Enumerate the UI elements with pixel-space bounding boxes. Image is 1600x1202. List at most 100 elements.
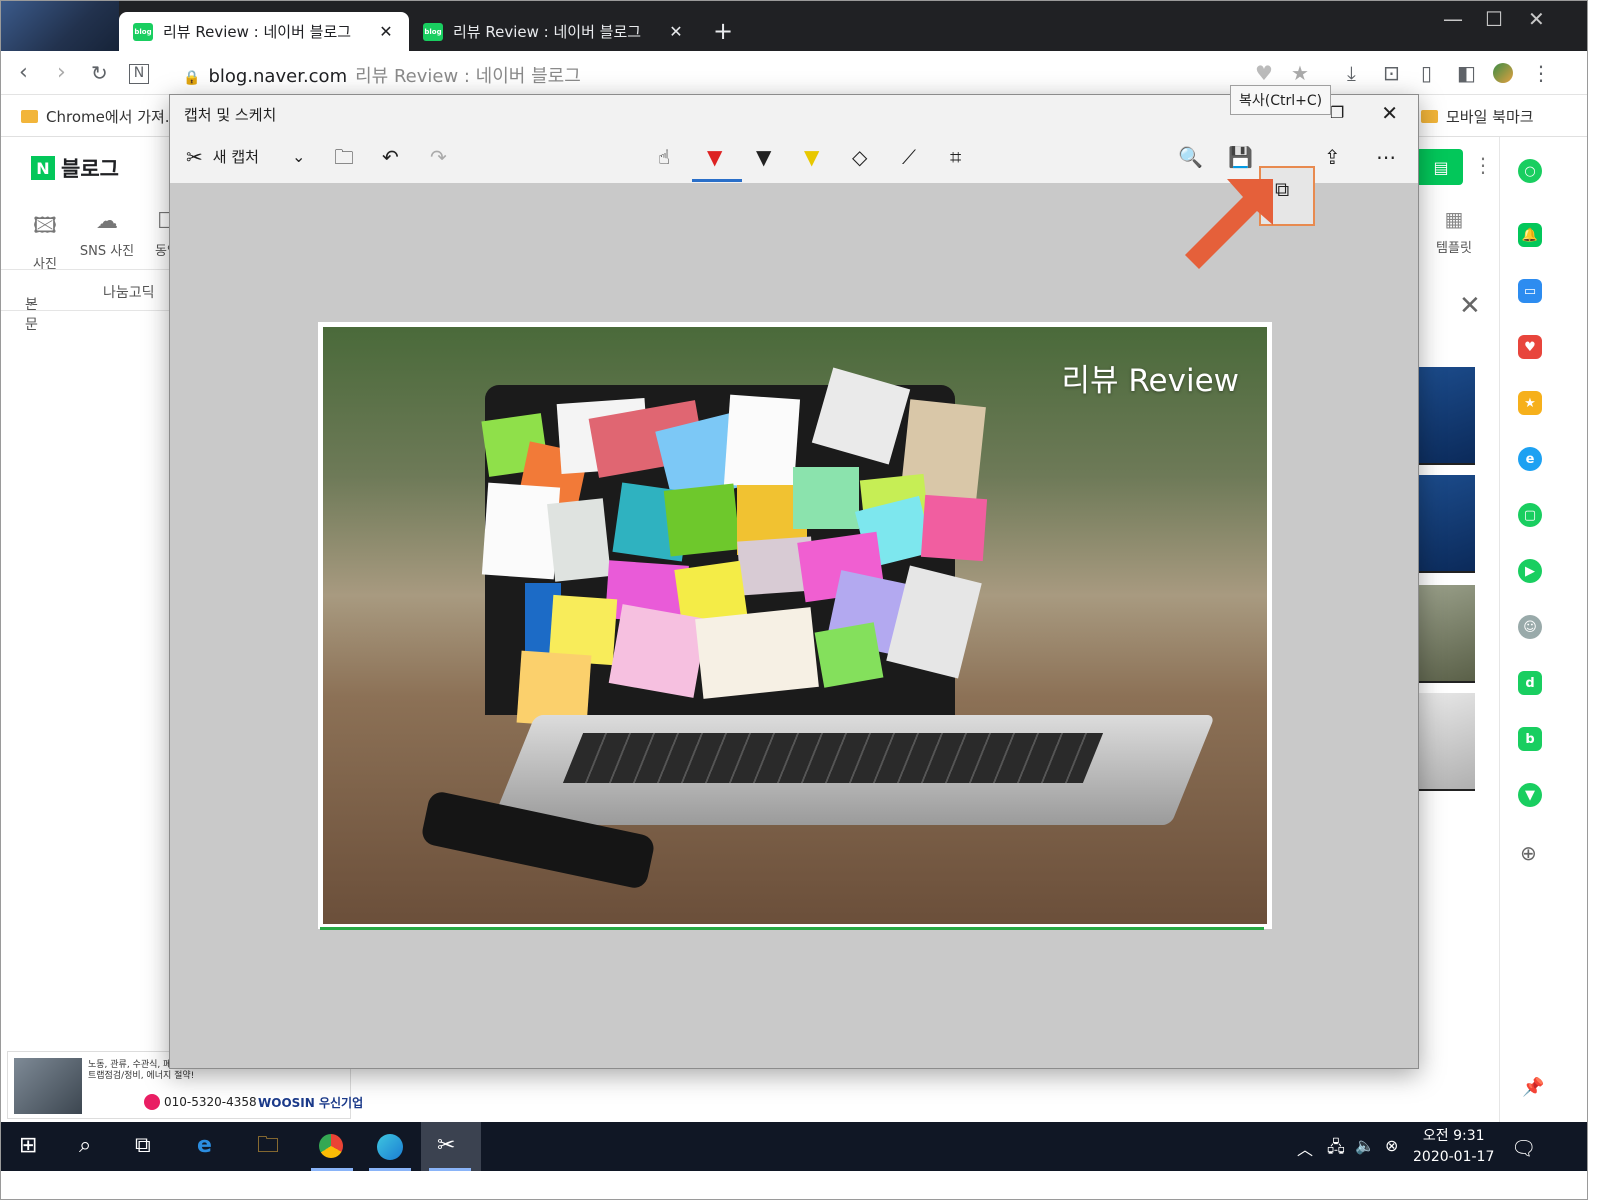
image-icon: 🖾	[33, 214, 57, 239]
windows-start-icon[interactable]: ⊞	[19, 1134, 37, 1158]
panel-close-icon[interactable]: ✕	[1459, 291, 1481, 321]
redo-icon[interactable]: ↷	[430, 145, 447, 169]
reader-icon[interactable]: ▯	[1421, 63, 1432, 83]
open-folder-icon[interactable]: 🗀	[334, 145, 354, 169]
edge-icon[interactable]: e	[1518, 447, 1542, 471]
whale-browser-icon[interactable]	[377, 1134, 403, 1160]
forward-icon[interactable]: ›	[57, 61, 66, 85]
undo-icon[interactable]: ↶	[382, 145, 399, 169]
thumbnail[interactable]	[1419, 367, 1475, 465]
highlighter-icon[interactable]: ▼	[804, 145, 819, 169]
back-icon[interactable]: ‹	[19, 61, 28, 85]
font-bar: 본문 ⌄ 나눔고딕	[1, 269, 171, 333]
save-icon[interactable]: 💾	[1228, 145, 1253, 169]
photo-tool[interactable]: 🖾 사진	[15, 209, 75, 272]
status-error-icon[interactable]: ⊗	[1385, 1136, 1398, 1155]
more-icon[interactable]: ⋮	[1473, 153, 1493, 177]
new-capture-label: 새 캡처	[212, 148, 259, 166]
close-tab-icon[interactable]: ✕	[667, 22, 685, 41]
ad-phone: 010-5320-4358	[144, 1094, 257, 1110]
folder-icon	[1421, 110, 1438, 123]
capture-border-line	[320, 927, 1264, 930]
snip-running-indicator	[429, 1168, 471, 1171]
line-icon[interactable]: ▢	[1518, 503, 1542, 527]
publish-button[interactable]: ▤	[1419, 149, 1463, 185]
calendar-icon[interactable]: ▭	[1518, 279, 1542, 303]
desktop-logo	[1, 1, 119, 51]
favorites-icon[interactable]: ★	[1518, 391, 1542, 415]
edge-icon[interactable]: e	[197, 1134, 212, 1158]
bookmark-folder-mobile[interactable]: 모바일 북마크	[1421, 106, 1534, 127]
papago-icon[interactable]: ☺	[1518, 615, 1542, 639]
thumbnail[interactable]	[1419, 585, 1475, 683]
sticky-note	[814, 622, 884, 688]
notification-icon[interactable]: 🔔	[1518, 223, 1542, 247]
tab-inactive[interactable]: blog 리뷰 Review : 네이버 블로그 ✕	[409, 12, 699, 51]
new-capture-button[interactable]: ✂ 새 캡처	[186, 145, 259, 169]
close-tab-icon[interactable]: ✕	[377, 22, 395, 41]
crop-icon[interactable]: ⌗	[950, 145, 961, 169]
reload-icon[interactable]: ↻	[91, 61, 108, 85]
sidebar-toggle-icon[interactable]: ◧	[1457, 63, 1476, 83]
naver-blog-logo[interactable]: N 블로그	[31, 153, 119, 183]
heart-icon[interactable]: ♥	[1255, 63, 1273, 83]
lock-icon: 🔒	[183, 70, 201, 86]
sticky-note	[920, 494, 988, 562]
thumbnail[interactable]	[1419, 693, 1475, 791]
network-icon[interactable]: 🖧	[1327, 1136, 1345, 1163]
touch-writing-icon[interactable]: ☝	[658, 145, 670, 169]
minimize-icon[interactable]: —	[1443, 7, 1463, 31]
task-view-icon[interactable]: ⧉	[135, 1134, 151, 1158]
menu-icon[interactable]: ⋮	[1531, 63, 1551, 83]
address-bar[interactable]: 🔒 blog.naver.com 리뷰 Review : 네이버 블로그	[183, 62, 581, 88]
thumbnail[interactable]	[1419, 475, 1475, 573]
document-icon: ▤	[1433, 157, 1449, 177]
ad-phone-number: 010-5320-4358	[164, 1095, 257, 1109]
blog-icon[interactable]: b	[1518, 727, 1542, 751]
volume-icon[interactable]: 🔈	[1355, 1136, 1375, 1155]
bookmark-folder-imported[interactable]: Chrome에서 가져...	[21, 106, 179, 127]
restore-icon[interactable]: ❐	[1330, 103, 1344, 122]
close-window-icon[interactable]: ✕	[1528, 7, 1545, 31]
share-icon[interactable]: ⇪	[1324, 145, 1341, 169]
screenshot-icon[interactable]: ⊡	[1383, 63, 1400, 83]
play-icon[interactable]: ▶	[1518, 559, 1542, 583]
ruler-icon[interactable]: ⟋	[902, 145, 916, 169]
add-icon[interactable]: ⊕	[1520, 841, 1537, 865]
ballpoint-pen-icon[interactable]: ▼	[707, 145, 722, 169]
more-icon[interactable]: ⋯	[1376, 145, 1396, 169]
profile-avatar[interactable]	[1493, 63, 1513, 83]
whale-search-icon[interactable]: ○	[1518, 159, 1542, 183]
file-explorer-icon[interactable]: 🗀	[257, 1134, 279, 1158]
captured-image[interactable]: 리뷰 Review	[318, 322, 1272, 929]
tray-chevron-up-icon[interactable]: ︿	[1297, 1136, 1313, 1160]
pin-icon[interactable]: 📌	[1522, 1077, 1544, 1098]
sns-photo-tool[interactable]: ☁ SNS 사진	[77, 209, 137, 259]
zoom-icon[interactable]: 🔍	[1178, 145, 1203, 169]
snip-close-icon[interactable]: ✕	[1381, 101, 1398, 125]
sticky-note	[481, 482, 561, 580]
sticky-note	[608, 604, 708, 698]
download-icon[interactable]: ⤓	[1347, 63, 1356, 83]
new-tab-button[interactable]: +	[713, 19, 733, 43]
dictionary-icon[interactable]: d	[1518, 671, 1542, 695]
tool-label: SNS 사진	[79, 244, 135, 259]
chevron-down-icon[interactable]: ⌄	[292, 145, 305, 169]
naver-n-icon: N	[31, 156, 55, 180]
action-center-icon[interactable]: 🗨	[1511, 1136, 1536, 1160]
system-clock[interactable]: 오전 9:31 2020-01-17	[1413, 1126, 1494, 1168]
star-icon[interactable]: ★	[1291, 63, 1309, 83]
template-button[interactable]: ▦ 템플릿	[1431, 207, 1477, 256]
tab-active[interactable]: blog 리뷰 Review : 네이버 블로그 ✕	[119, 12, 409, 51]
pocket-icon[interactable]: ♥	[1518, 335, 1542, 359]
chevron-down-icon: ⌄	[25, 294, 37, 310]
maximize-icon[interactable]: ☐	[1485, 7, 1503, 31]
eraser-icon[interactable]: ◇	[852, 145, 867, 169]
bookmark-icon[interactable]: ▼	[1518, 783, 1542, 807]
chrome-icon[interactable]	[319, 1134, 343, 1158]
pencil-icon[interactable]: ▼	[756, 145, 771, 169]
search-icon[interactable]: ⌕	[79, 1134, 91, 1158]
font-select[interactable]: 나눔고딕	[103, 282, 155, 302]
naver-extension-icon[interactable]: N	[129, 64, 149, 84]
snip-icon: ✂	[186, 145, 203, 169]
